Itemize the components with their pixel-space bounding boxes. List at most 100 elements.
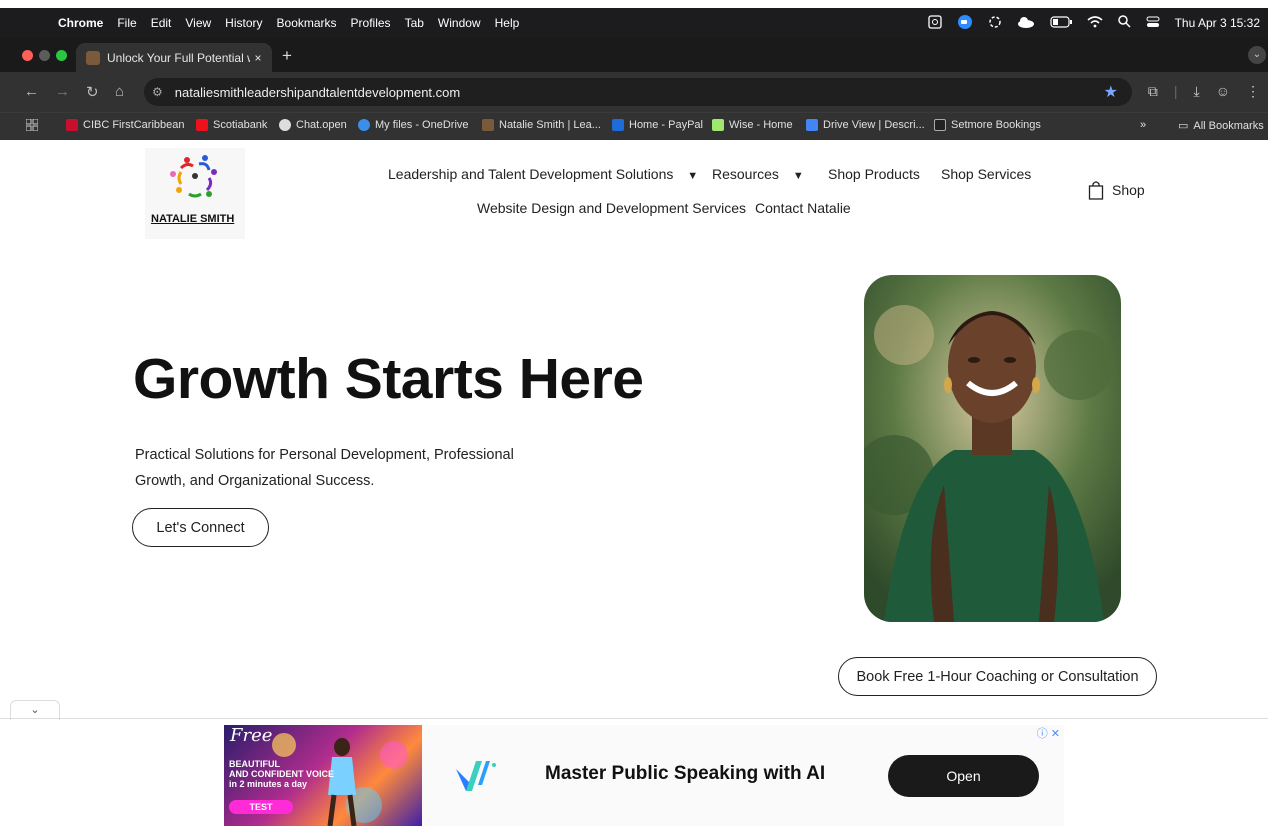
- wifi-icon[interactable]: [1087, 15, 1103, 31]
- bookmark-wise[interactable]: Wise - Home: [712, 119, 793, 131]
- menu-bookmarks[interactable]: Bookmarks: [277, 16, 337, 30]
- toolbar-divider: |: [1173, 83, 1178, 99]
- menu-view[interactable]: View: [185, 16, 211, 30]
- site-logo[interactable]: NATALIE SMITH: [145, 148, 245, 239]
- calendar-icon: [934, 119, 946, 131]
- scotiabank-icon: [196, 119, 208, 131]
- nav-resources[interactable]: Resources ▼: [712, 166, 804, 182]
- nav-website-design[interactable]: Website Design and Development Services: [477, 200, 746, 216]
- window-close-button[interactable]: [22, 50, 33, 61]
- tab-close-icon[interactable]: ×: [250, 51, 266, 65]
- nav-shop-services[interactable]: Shop Services: [941, 166, 1031, 182]
- active-tab[interactable]: Unlock Your Full Potential with ×: [76, 43, 272, 72]
- apps-grid-icon[interactable]: [26, 119, 38, 131]
- shopping-bag-icon: [1088, 181, 1104, 200]
- nav-shop-products[interactable]: Shop Products: [828, 166, 920, 182]
- dropdown-arrow-icon: ▼: [687, 170, 699, 182]
- ad-collapse-chevron-icon[interactable]: ⌄: [10, 700, 60, 720]
- back-icon[interactable]: ←: [24, 83, 39, 100]
- ad-headline[interactable]: Master Public Speaking with AI: [545, 763, 825, 785]
- nav-resources-label: Resources: [712, 166, 779, 182]
- window-zoom-button[interactable]: [56, 50, 67, 61]
- chrome-menu-icon[interactable]: ⋮: [1246, 83, 1260, 100]
- all-bookmarks-button[interactable]: ▭ All Bookmarks: [1178, 119, 1264, 133]
- menu-help[interactable]: Help: [495, 16, 520, 30]
- bookmark-paypal[interactable]: Home - PayPal: [612, 119, 703, 131]
- ad-image-text: BEAUTIFUL AND CONFIDENT VOICE in 2 minut…: [229, 759, 334, 789]
- bookmark-label: Drive View | Descri...: [823, 119, 925, 131]
- menu-file[interactable]: File: [117, 16, 136, 30]
- chrome-toolbar: ← → ↻ ⌂ ⚙ nataliesmithleadershipandtalen…: [0, 72, 1268, 112]
- bookmark-drive-view[interactable]: Drive View | Descri...: [806, 119, 925, 131]
- ad-test-badge[interactable]: TEST: [229, 800, 293, 814]
- bookmark-label: Wise - Home: [729, 119, 793, 131]
- download-icon[interactable]: ⤓: [1194, 83, 1200, 100]
- outlook-icon[interactable]: [927, 14, 942, 32]
- window-minimize-button[interactable]: [39, 50, 50, 61]
- control-center-icon[interactable]: [1146, 15, 1160, 32]
- bookmark-onedrive[interactable]: My files - OneDrive: [358, 119, 469, 131]
- paypal-icon: [612, 119, 624, 131]
- battery-icon[interactable]: [1049, 15, 1072, 31]
- wise-icon: [712, 119, 724, 131]
- menubar-datetime[interactable]: Thu Apr 3 15:32: [1175, 16, 1260, 30]
- cart-label: Shop: [1112, 182, 1145, 198]
- menu-edit[interactable]: Edit: [151, 16, 172, 30]
- ad-separator: [0, 718, 1268, 719]
- profile-avatar-icon[interactable]: ☺: [1216, 83, 1230, 100]
- address-bar[interactable]: ⚙ nataliesmithleadershipandtalentdevelop…: [144, 78, 1132, 106]
- cart-link[interactable]: Shop: [1088, 180, 1145, 200]
- macos-menubar: Chrome File Edit View History Bookmarks …: [0, 8, 1268, 38]
- folder-icon: ▭: [1178, 120, 1189, 132]
- lets-connect-button[interactable]: Let's Connect: [132, 508, 269, 547]
- site-info-icon[interactable]: ⚙: [152, 85, 163, 99]
- natalie-favicon-icon: [482, 119, 494, 131]
- menu-profiles[interactable]: Profiles: [351, 16, 391, 30]
- toolbar-icons: ⧉ | ⤓ ☺ ⋮: [1148, 83, 1260, 100]
- reload-icon[interactable]: ↻: [86, 83, 99, 101]
- bookmark-scotiabank[interactable]: Scotiabank: [196, 119, 267, 131]
- tab-search-chevron-icon[interactable]: ⌄: [1248, 46, 1266, 64]
- extensions-puzzle-icon[interactable]: ⧉: [1148, 83, 1158, 100]
- menu-history[interactable]: History: [225, 16, 262, 30]
- nav-leadership-solutions[interactable]: Leadership and Talent Development Soluti…: [388, 166, 698, 182]
- bookmarks-bar: CIBC FirstCaribbean Scotiabank Chat.open…: [0, 112, 1268, 140]
- hero-subtitle: Practical Solutions for Personal Develop…: [135, 447, 514, 489]
- ad-image-line1: BEAUTIFUL: [229, 759, 280, 769]
- bookmark-natalie-smith[interactable]: Natalie Smith | Lea...: [482, 119, 601, 131]
- home-icon[interactable]: ⌂: [115, 83, 124, 100]
- bookmark-label: Scotiabank: [213, 119, 268, 131]
- advertiser-logo-icon[interactable]: [454, 755, 498, 795]
- bookmark-label: My files - OneDrive: [375, 119, 469, 131]
- bookmarks-overflow-button[interactable]: »: [1140, 119, 1146, 131]
- menu-tab[interactable]: Tab: [405, 16, 424, 30]
- nav-leadership-label: Leadership and Talent Development Soluti…: [388, 166, 674, 182]
- bookmark-star-icon[interactable]: ★: [1104, 82, 1118, 102]
- book-coaching-button[interactable]: Book Free 1-Hour Coaching or Consultatio…: [838, 657, 1157, 696]
- openai-icon: [279, 119, 291, 131]
- onedrive-icon: [358, 119, 370, 131]
- ad-choices-close-icon[interactable]: ⓘ ✕: [1037, 725, 1060, 741]
- menu-app-name[interactable]: Chrome: [58, 16, 103, 30]
- tab-title: Unlock Your Full Potential with: [107, 50, 250, 65]
- anchor-ad[interactable]: Free BEAUTIFUL AND CONFIDENT VOICE in 2 …: [224, 725, 1064, 826]
- cloud-icon[interactable]: [1017, 16, 1035, 31]
- ad-image[interactable]: Free BEAUTIFUL AND CONFIDENT VOICE in 2 …: [224, 725, 422, 826]
- extensions-status-icon[interactable]: [988, 15, 1002, 32]
- ad-open-button[interactable]: Open: [888, 755, 1039, 797]
- bookmark-label: Setmore Bookings: [951, 119, 1041, 131]
- bookmark-setmore[interactable]: Setmore Bookings: [934, 119, 1041, 131]
- url-text[interactable]: nataliesmithleadershipandtalentdevelopme…: [175, 85, 1104, 100]
- menu-window[interactable]: Window: [438, 16, 481, 30]
- bookmark-label: Home - PayPal: [629, 119, 703, 131]
- hero-title: Growth Starts Here: [133, 347, 644, 411]
- bookmark-cibc[interactable]: CIBC FirstCaribbean: [66, 119, 184, 131]
- spotlight-search-icon[interactable]: [1117, 15, 1131, 31]
- zoom-icon[interactable]: [957, 14, 973, 33]
- bookmark-chat-open[interactable]: Chat.open: [279, 119, 347, 131]
- new-tab-button[interactable]: +: [282, 46, 292, 66]
- natalie-portrait-image: [864, 275, 1121, 622]
- forward-icon[interactable]: →: [55, 83, 70, 100]
- dropdown-arrow-icon: ▼: [792, 170, 804, 182]
- nav-contact[interactable]: Contact Natalie: [755, 200, 851, 216]
